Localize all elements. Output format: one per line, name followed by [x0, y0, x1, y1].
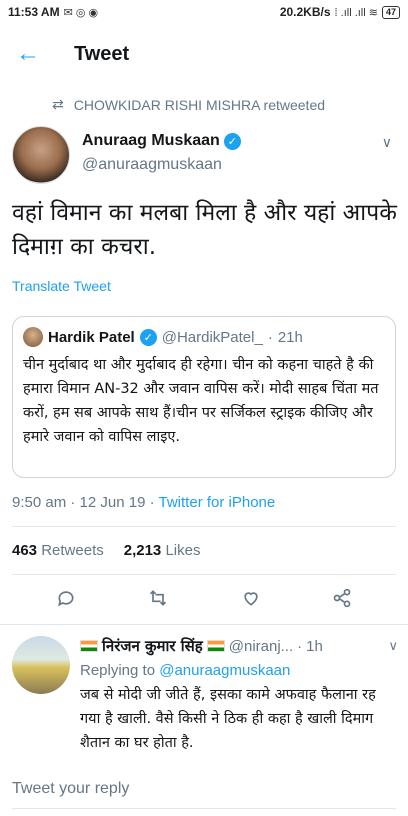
- divider: [12, 574, 396, 575]
- retweets-stat[interactable]: 463 Retweets: [12, 542, 104, 559]
- author-avatar[interactable]: [12, 126, 70, 184]
- quote-author-name: Hardik Patel: [48, 328, 135, 346]
- translate-tweet-link[interactable]: Translate Tweet: [12, 278, 111, 294]
- quote-text: चीन मुर्दाबाद था और मुर्दाबाद ही रहेगा। …: [23, 357, 379, 445]
- reply-time: 1h: [306, 637, 323, 655]
- verified-badge-icon: ✓: [223, 132, 241, 150]
- reply-author-name: निरंजन कुमार सिंह: [102, 637, 203, 655]
- quote-time: 21h: [277, 328, 303, 346]
- notification-icon: ✉ ◎ ◉: [63, 6, 99, 19]
- chevron-down-icon[interactable]: ∨: [382, 134, 392, 151]
- tweet-action-bar: [0, 586, 408, 614]
- back-arrow-icon[interactable]: ←: [0, 40, 56, 68]
- reply-input-underline: [12, 808, 396, 809]
- tweet-stats: 463 Retweets 2,213 Likes: [12, 542, 200, 559]
- meta-separator: ·: [70, 494, 80, 511]
- reply-avatar[interactable]: [12, 636, 70, 694]
- reply-separator: ·: [297, 637, 303, 655]
- page-title: Tweet: [74, 42, 130, 65]
- retweets-label: Retweets: [41, 542, 104, 559]
- quote-separator: ·: [267, 328, 273, 346]
- battery-icon: 47: [381, 5, 400, 19]
- app-bar: ← Tweet: [0, 24, 408, 84]
- author-handle: @anuraagmuskaan: [82, 156, 222, 173]
- signal-icon: ⁞ .ıll .ıll ≋: [334, 6, 378, 19]
- quoted-tweet[interactable]: Hardik Patel ✓ @HardikPatel_ · 21h चीन म…: [12, 316, 396, 478]
- reply-icon[interactable]: [56, 588, 76, 613]
- likes-count: 2,213: [123, 542, 162, 559]
- retweeted-by-text: CHOWKIDAR RISHI MISHRA retweeted: [73, 96, 326, 113]
- quote-avatar: [23, 327, 43, 347]
- status-bar: 11:53 AM ✉ ◎ ◉ 20.2KB/s ⁞ .ıll .ıll ≋ 47: [0, 0, 408, 24]
- tweet-text: वहां विमान का मलबा मिला है और यहां आपके …: [12, 200, 397, 260]
- tweet-time: 9:50 am: [12, 494, 67, 511]
- quote-author-handle: @HardikPatel_: [161, 328, 263, 346]
- replying-to-prefix: Replying to: [80, 662, 156, 679]
- tweet-source-link[interactable]: Twitter for iPhone: [159, 494, 276, 511]
- share-icon[interactable]: [332, 588, 352, 613]
- tweet-meta: 9:50 am · 12 Jun 19 · Twitter for iPhone: [12, 494, 275, 511]
- heart-icon[interactable]: [241, 588, 261, 613]
- retweet-icon[interactable]: [147, 588, 169, 613]
- meta-separator: ·: [149, 494, 159, 511]
- reply-input[interactable]: Tweet your reply: [12, 780, 129, 798]
- network-speed: 20.2KB/s: [279, 5, 331, 19]
- likes-stat[interactable]: 2,213 Likes: [124, 542, 201, 559]
- tweet-date: 12 Jun 19: [79, 494, 146, 511]
- divider: [0, 624, 408, 625]
- retweets-count: 463: [12, 542, 38, 559]
- replying-to-handle[interactable]: @anuraagmuskaan: [159, 662, 290, 679]
- replying-to-line: Replying to @anuraagmuskaan: [80, 662, 398, 679]
- retweeted-by-label: ⇄ CHOWKIDAR RISHI MISHRA retweeted: [52, 96, 325, 113]
- verified-badge-icon: ✓: [139, 328, 157, 346]
- likes-label: Likes: [165, 542, 201, 559]
- retweet-small-icon: ⇄: [52, 96, 64, 112]
- india-flag-icon: [80, 640, 98, 652]
- author-name: Anuraag Muskaan: [82, 132, 220, 149]
- author-block[interactable]: Anuraag Muskaan ✓ @anuraagmuskaan: [82, 132, 241, 174]
- india-flag-icon: [206, 640, 225, 652]
- status-time: 11:53 AM: [8, 5, 60, 19]
- reply-text: जब से मोदी जी जीते हैं, इसका कामे अफवाह …: [80, 687, 376, 751]
- reply-author-handle: @niranj...: [228, 637, 294, 655]
- chevron-down-icon[interactable]: ∨: [388, 638, 398, 654]
- divider: [12, 526, 396, 527]
